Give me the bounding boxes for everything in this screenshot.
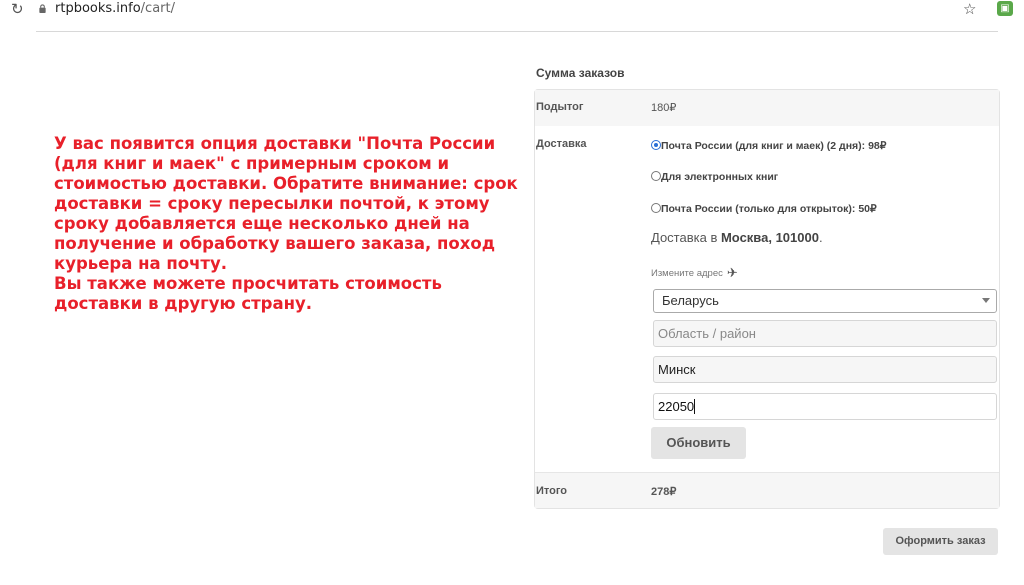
browser-toolbar: ↻ rtpbooks.info/cart/ ☆ ▣ bbox=[0, 0, 1024, 20]
instruction-annotation: У вас появится опция доставки "Почта Рос… bbox=[54, 134, 518, 313]
radio-icon[interactable] bbox=[651, 203, 661, 213]
shipping-destination: Доставка в Москва, 101000. bbox=[651, 230, 823, 245]
text-cursor bbox=[694, 399, 696, 414]
shipping-row: Доставка Почта России (для книг и маек) … bbox=[535, 126, 999, 484]
chevron-down-icon bbox=[982, 298, 990, 303]
country-select[interactable]: Беларусь bbox=[653, 289, 997, 313]
change-address-link[interactable]: Измените адрес ✈ bbox=[651, 266, 738, 281]
plane-icon: ✈ bbox=[726, 266, 738, 281]
address-bar[interactable]: rtpbooks.info/cart/ bbox=[55, 1, 175, 16]
total-row: Итого 278₽ bbox=[535, 473, 999, 508]
header-divider bbox=[36, 31, 998, 32]
cart-totals-table: Подытог 180₽ Доставка Почта России (для … bbox=[534, 89, 1000, 509]
cart-totals-title: Сумма заказов bbox=[536, 66, 625, 80]
total-label: Итого bbox=[536, 485, 568, 497]
subtotal-value: 180₽ bbox=[651, 102, 677, 114]
shipping-option-ebooks[interactable]: Для электронных книг bbox=[651, 171, 778, 183]
postcode-input[interactable]: 22050 bbox=[653, 393, 997, 420]
shipping-label: Доставка bbox=[536, 138, 587, 150]
subtotal-row: Подытог 180₽ bbox=[535, 90, 999, 126]
shipping-option-russian-post[interactable]: Почта России (для книг и маек) (2 дня): … bbox=[651, 140, 886, 152]
radio-icon[interactable] bbox=[651, 171, 661, 181]
subtotal-label: Подытог bbox=[536, 101, 584, 113]
reload-icon[interactable]: ↻ bbox=[11, 0, 27, 18]
extension-icon[interactable]: ▣ bbox=[997, 1, 1013, 16]
region-input[interactable]: Область / район bbox=[653, 320, 997, 347]
city-input[interactable]: Минск bbox=[653, 356, 997, 383]
radio-checked-icon[interactable] bbox=[651, 140, 661, 150]
lock-icon bbox=[39, 4, 46, 13]
checkout-button[interactable]: Оформить заказ bbox=[883, 528, 998, 555]
update-button[interactable]: Обновить bbox=[651, 427, 746, 459]
shipping-option-postcards[interactable]: Почта России (только для открыток): 50₽ bbox=[651, 203, 877, 215]
bookmark-star-icon[interactable]: ☆ bbox=[963, 0, 976, 18]
total-value: 278₽ bbox=[651, 486, 677, 498]
